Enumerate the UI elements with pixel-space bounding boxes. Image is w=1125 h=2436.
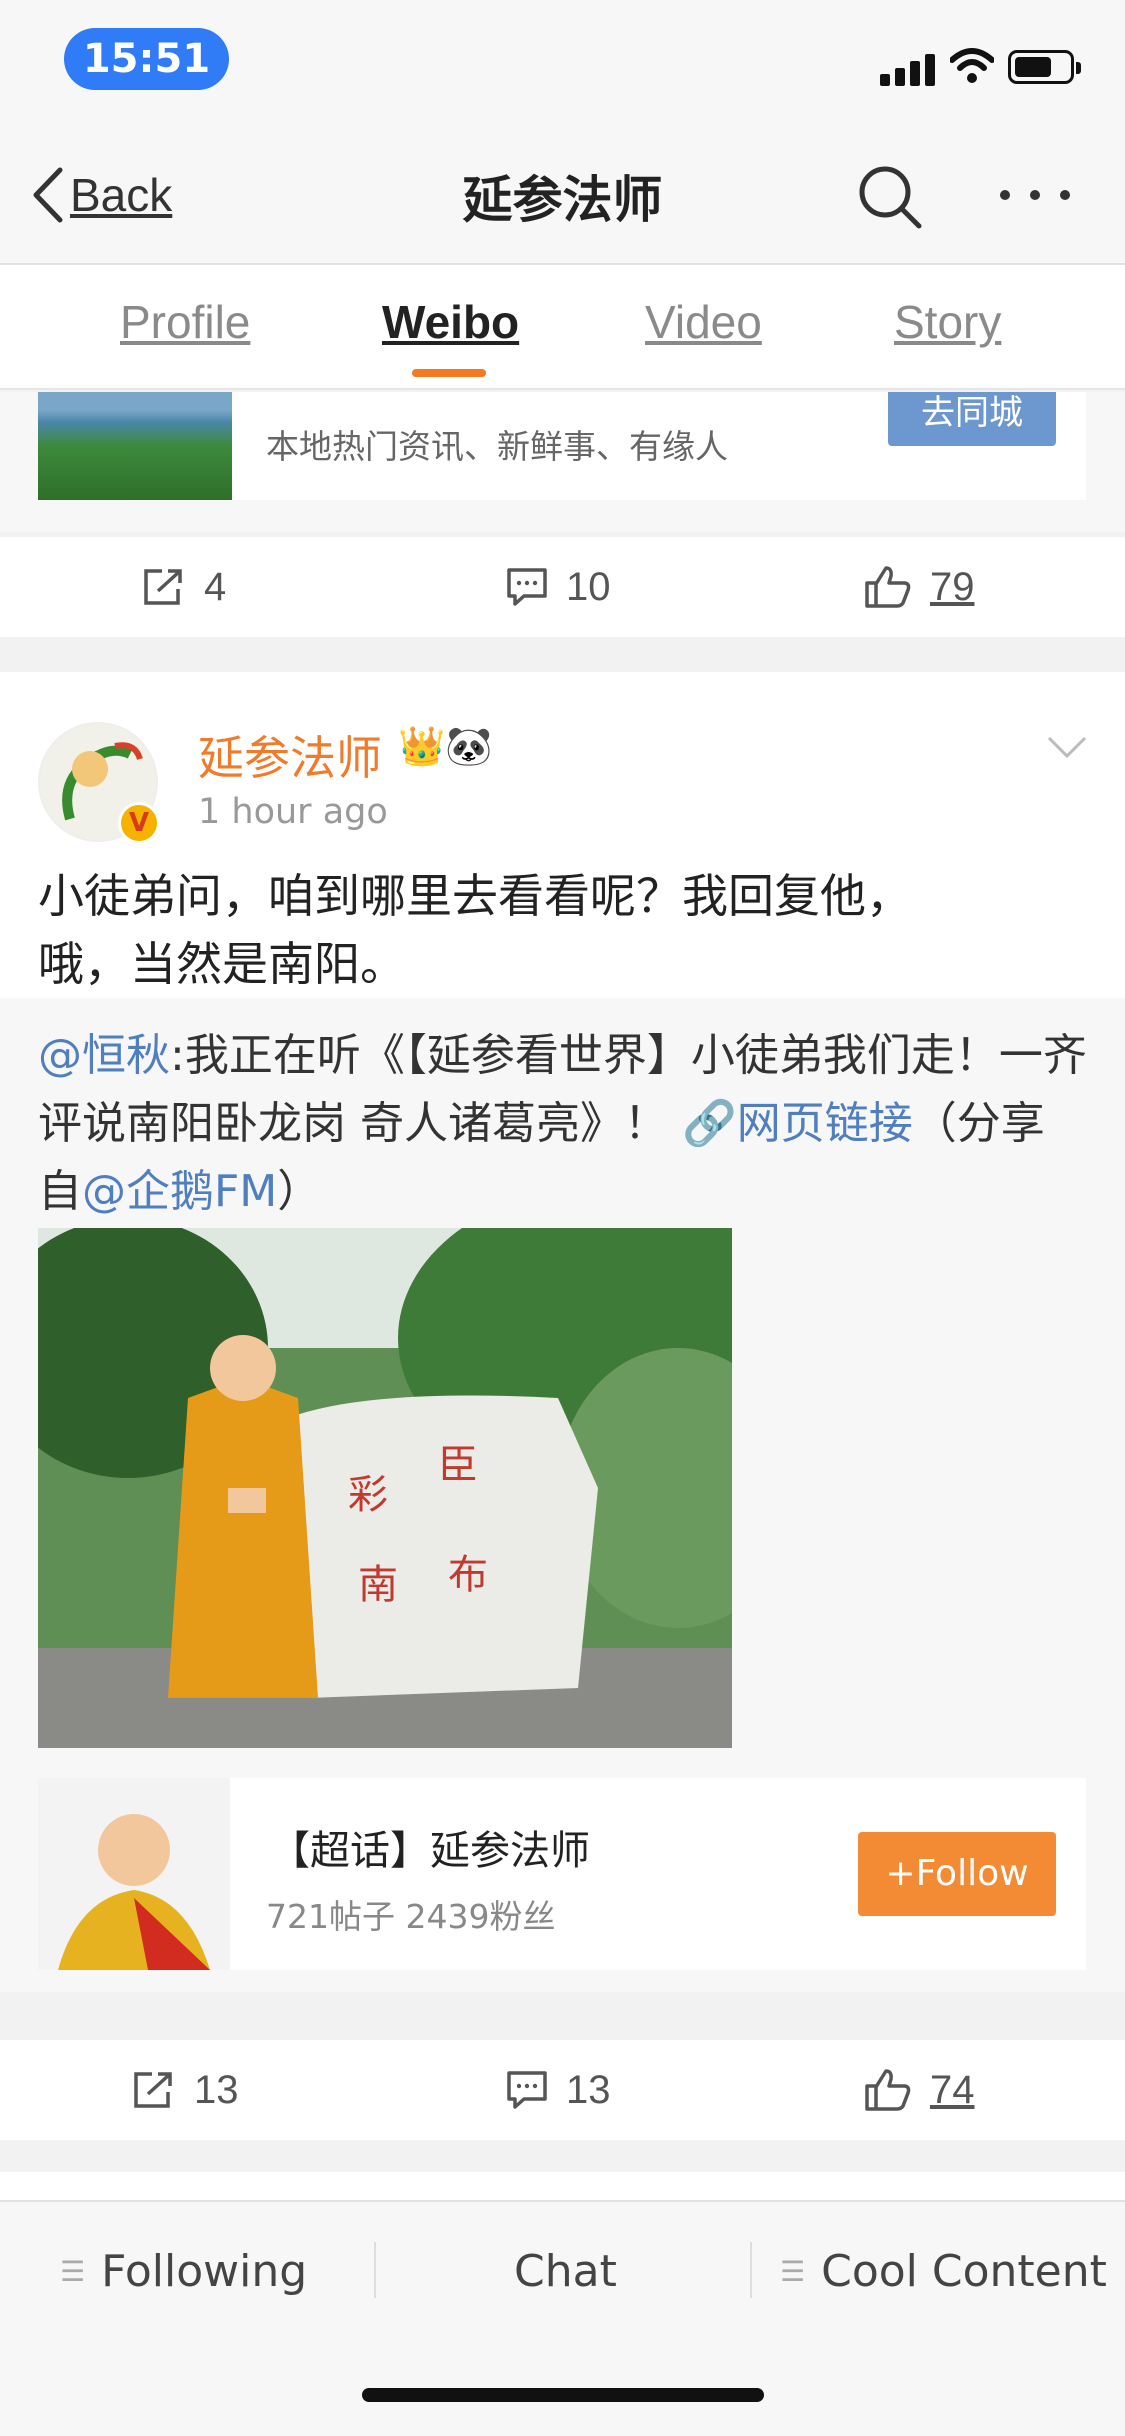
reposted-content[interactable]: @恒秋:我正在听《【延参看世界】小徒弟我们走！一齐评说南阳卧龙岗 奇人诸葛亮》！…: [0, 998, 1125, 1992]
city-card[interactable]: 本地热门资讯、新鲜事、有缘人 去同城: [38, 392, 1086, 500]
author-name[interactable]: 延参法师: [198, 722, 382, 788]
super-topic-card[interactable]: 【超话】延参法师 721帖子 2439粉丝 +Follow: [38, 1778, 1086, 1970]
page-title: 延参法师: [462, 171, 663, 229]
tab-profile[interactable]: Profile: [120, 295, 250, 349]
like-count: 74: [930, 2067, 975, 2112]
post-image[interactable]: 彩 臣 南 布: [38, 1228, 732, 1748]
city-card-description: 本地热门资讯、新鲜事、有缘人: [266, 427, 728, 466]
city-card-button[interactable]: 去同城: [888, 392, 1056, 446]
super-topic-title: 【超话】延参法师: [270, 1828, 590, 1874]
feed[interactable]: 本地热门资讯、新鲜事、有缘人 去同城 4 10 79 V 延参法师 👑🐼 1 h…: [0, 392, 1125, 2200]
repost-icon: [134, 2072, 172, 2108]
post-action-bar: 4 10 79: [0, 537, 1125, 637]
repost-button[interactable]: 4: [142, 537, 226, 637]
active-tab-indicator: [412, 369, 486, 377]
bottom-tab-cool-content[interactable]: ☰ Cool Content: [780, 2246, 1107, 2297]
divider: [750, 2242, 752, 2298]
web-link[interactable]: 🔗网页链接: [682, 1098, 913, 1149]
tab-weibo[interactable]: Weibo: [382, 295, 519, 349]
city-thumbnail: [38, 392, 232, 500]
tab-story[interactable]: Story: [894, 295, 1001, 349]
post-text-line-1: 小徒弟问，咱到哪里去看看呢？我回复他，: [38, 869, 912, 923]
svg-text:彩: 彩: [348, 1472, 388, 1518]
comment-count: 13: [566, 2067, 611, 2112]
bottom-tab-cool-content-label: Cool Content: [821, 2246, 1107, 2297]
comment-button[interactable]: 10: [506, 537, 611, 637]
comment-button[interactable]: 13: [506, 2040, 611, 2140]
tab-video[interactable]: Video: [645, 295, 762, 349]
thumbs-up-icon: [865, 566, 911, 608]
like-button[interactable]: 79: [864, 537, 975, 637]
status-time: 15:51: [64, 28, 229, 90]
comment-icon: [507, 568, 547, 606]
wifi-icon: [950, 48, 994, 83]
repost-icon: [144, 569, 182, 605]
like-button[interactable]: 74: [864, 2040, 975, 2140]
battery-icon: [1008, 50, 1081, 84]
svg-text:布: 布: [448, 1552, 488, 1598]
more-options-icon[interactable]: [995, 175, 1075, 215]
mention-link[interactable]: @恒秋: [38, 1030, 170, 1081]
follow-button[interactable]: +Follow: [858, 1832, 1056, 1916]
bottom-tab-following[interactable]: ☰ Following: [60, 2246, 307, 2297]
verified-badge-icon: V: [118, 802, 160, 844]
status-bar: 15:51: [0, 0, 1125, 130]
share-suffix: ）: [277, 1166, 322, 1217]
post-text-line-2: 哦，当然是南阳。: [38, 937, 406, 991]
bottom-tab-chat-label: Chat: [514, 2246, 617, 2297]
home-bar: [0, 2350, 1125, 2436]
repost-text: @恒秋:我正在听《【延参看世界】小徒弟我们走！一齐评说南阳卧龙岗 奇人诸葛亮》！…: [38, 1022, 1088, 1226]
repost-count: 4: [204, 564, 227, 609]
member-badge-icons: 👑🐼: [398, 724, 493, 768]
super-topic-stats: 721帖子 2439粉丝: [266, 1897, 556, 1936]
svg-text:臣: 臣: [438, 1442, 478, 1488]
post-text: 小徒弟问，咱到哪里去看看呢？我回复他， 哦，当然是南阳。: [38, 862, 1088, 998]
profile-tabs: Profile Weibo Video Story: [0, 265, 1125, 390]
post-time: 1 hour ago: [198, 792, 388, 832]
navigation-bar: Back 延参法师: [0, 130, 1125, 265]
divider: [374, 2242, 376, 2298]
super-topic-thumbnail: [38, 1778, 230, 1970]
menu-lines-icon: ☰: [60, 2255, 86, 2288]
post-action-bar: 13 13 74: [0, 2040, 1125, 2140]
bottom-tab-chat[interactable]: Chat: [514, 2246, 617, 2297]
like-count: 79: [930, 564, 975, 609]
comment-count: 10: [566, 564, 611, 609]
home-indicator[interactable]: [362, 2388, 764, 2402]
thumbs-up-icon: [865, 2069, 911, 2111]
comment-icon: [507, 2071, 547, 2109]
weibo-post: V 延参法师 👑🐼 1 hour ago 小徒弟问，咱到哪里去看看呢？我回复他，…: [0, 672, 1125, 1992]
bottom-tab-bar: ☰ Following Chat ☰ Cool Content: [0, 2200, 1125, 2350]
repost-button[interactable]: 13: [132, 2040, 239, 2140]
chevron-down-icon[interactable]: [1045, 732, 1089, 762]
bottom-tab-following-label: Following: [101, 2246, 308, 2297]
svg-text:南: 南: [358, 1562, 398, 1608]
cellular-signal-icon: [880, 52, 936, 86]
repost-count: 13: [194, 2067, 239, 2112]
search-icon[interactable]: [855, 162, 925, 232]
menu-lines-icon: ☰: [780, 2255, 806, 2288]
share-mention-link[interactable]: @企鹅FM: [82, 1166, 277, 1217]
